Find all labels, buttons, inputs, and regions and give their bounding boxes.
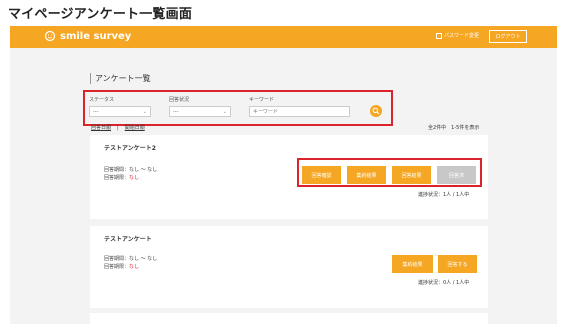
buttons-highlight-box — [297, 158, 482, 187]
deadline-prefix: 回答期限： — [104, 175, 130, 181]
answer-status-select[interactable]: --- ⌄ — [169, 106, 231, 117]
logo-text: smile survey — [60, 30, 132, 42]
status-select[interactable]: --- ⌄ — [89, 106, 151, 117]
survey-card: テストアンケート 回答期間：なし 〜 なし 回答期限：なし 集約結果 回答する … — [90, 226, 488, 308]
progress-status: 進捗状況：1人 / 1人中 — [418, 192, 470, 198]
survey-card-partial — [90, 313, 488, 324]
status-select-value: --- — [93, 108, 99, 115]
deadline-prefix: 回答期限： — [104, 264, 130, 270]
sort-start-date-link[interactable]: 開始日順 — [125, 124, 145, 131]
sort-separator: | — [117, 124, 119, 131]
answer-button[interactable]: 回答する — [438, 255, 477, 273]
deadline-value: なし — [129, 264, 140, 270]
sort-answer-date-link[interactable]: 回答日順 — [91, 124, 111, 131]
chevron-down-icon: ⌄ — [222, 109, 227, 115]
search-panel: ステータス --- ⌄ 回答状況 --- ⌄ キーワード キーワード — [83, 90, 393, 126]
keyword-input[interactable]: キーワード — [249, 106, 350, 117]
status-label: ステータス — [89, 97, 115, 103]
list-title: アンケート一覧 — [90, 73, 151, 84]
document-icon — [436, 32, 442, 39]
logo[interactable]: smile survey — [44, 30, 131, 42]
site-header: smile survey パスワード変更 ログアウト — [10, 26, 557, 48]
chevron-down-icon: ⌄ — [142, 109, 147, 115]
page-caption: マイページアンケート一覧画面 — [8, 7, 193, 22]
smile-logo-icon — [44, 30, 56, 42]
survey-period: 回答期間：なし 〜 なし — [104, 256, 158, 262]
answer-status-label: 回答状況 — [169, 97, 190, 103]
search-icon — [372, 107, 380, 115]
deadline-value: なし — [129, 175, 140, 181]
aggregate-result-button[interactable]: 集約結果 — [392, 255, 433, 273]
survey-title: テストアンケート — [104, 236, 152, 243]
result-count: 全2件中 1-5件を表示 — [428, 125, 480, 131]
survey-period: 回答期間：なし 〜 なし — [104, 167, 158, 173]
browser-frame: smile survey パスワード変更 ログアウト アンケート一覧 ステータス… — [10, 26, 557, 324]
survey-deadline: 回答期限：なし — [104, 263, 139, 270]
survey-title: テストアンケート2 — [104, 145, 156, 152]
progress-status: 進捗状況：0人 / 1人中 — [418, 280, 470, 286]
search-button[interactable] — [370, 105, 382, 117]
answer-status-select-value: --- — [173, 108, 179, 115]
password-change-label: パスワード変更 — [444, 33, 480, 39]
sort-row: 回答日順 | 開始日順 — [91, 124, 145, 132]
logout-button[interactable]: ログアウト — [489, 30, 527, 43]
survey-deadline: 回答期限：なし — [104, 174, 139, 181]
keyword-label: キーワード — [249, 97, 275, 103]
password-change-link[interactable]: パスワード変更 — [436, 32, 479, 39]
